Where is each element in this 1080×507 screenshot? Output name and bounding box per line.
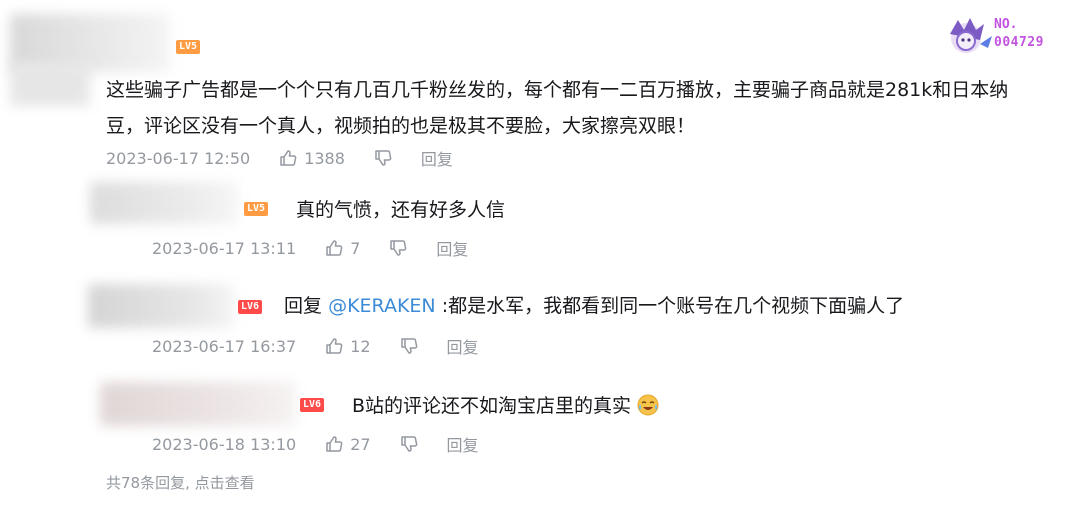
reply-avatar-blurred: [100, 382, 296, 426]
comment-time: 2023-06-17 12:50: [106, 148, 251, 168]
thumbs-down-icon: [400, 436, 417, 452]
comment-meta: 2023-06-17 12:50 1388 回复: [106, 146, 453, 170]
like-button[interactable]: 27: [324, 434, 371, 454]
reply-body: B站的评论还不如淘宝店里的真实: [352, 395, 632, 417]
thumbs-down-icon: [390, 240, 407, 256]
thumbs-up-icon: [326, 240, 343, 256]
thumbs-up-icon: [280, 150, 297, 166]
user-level-badge: LV5: [244, 202, 269, 216]
user-level-badge: LV5: [176, 40, 201, 54]
view-more-replies-link[interactable]: 共78条回复, 点击查看: [106, 472, 255, 493]
thumbs-down-icon: [375, 150, 392, 166]
like-count: 27: [350, 434, 371, 454]
reply-time: 2023-06-18 13:10: [152, 434, 297, 454]
comment-text-line-1: 这些骗子广告都是一个个只有几百几千粉丝发的，每个都有一二百万播放，主要骗子商品就…: [106, 79, 1009, 101]
reply-button[interactable]: 回复: [436, 236, 468, 260]
mention-link[interactable]: @KERAKEN: [328, 295, 436, 317]
like-count: 12: [350, 336, 371, 356]
reply-button[interactable]: 回复: [421, 146, 453, 170]
reply-meta: 2023-06-18 13:10 27 回复: [152, 432, 479, 456]
thumbs-down-icon: [400, 338, 417, 354]
user-level-badge: LV6: [238, 300, 263, 314]
user-level-badge: LV6: [300, 398, 325, 412]
dislike-button[interactable]: [373, 148, 393, 168]
reply-meta: 2023-06-17 13:11 7 回复: [152, 236, 468, 260]
reply-body: :都是水军，我都看到同一个账号在几个视频下面骗人了: [441, 295, 905, 317]
thumbs-up-icon: [326, 338, 343, 354]
dislike-button[interactable]: [388, 238, 408, 258]
reply-text: 真的气愤，还有好多人信: [296, 199, 506, 221]
like-button[interactable]: 12: [324, 336, 371, 356]
reply-time: 2023-06-17 13:11: [152, 238, 297, 258]
like-count: 7: [350, 238, 361, 258]
reply-time: 2023-06-17 16:37: [152, 336, 297, 356]
reply-prefix: 回复: [284, 295, 323, 317]
fan-badge-label: NO.: [994, 17, 1018, 32]
avatar-blurred: [10, 62, 90, 106]
like-button[interactable]: 7: [324, 238, 360, 258]
dislike-button[interactable]: [399, 336, 419, 356]
reply-avatar-blurred: [88, 284, 234, 328]
like-count: 1388: [304, 148, 345, 168]
reply-button[interactable]: 回复: [447, 432, 479, 456]
reply-text: B站的评论还不如淘宝店里的真实: [352, 392, 659, 420]
comment-text-line-2: 豆，评论区没有一个真人，视频拍的也是极其不要脸，大家擦亮双眼！: [106, 115, 696, 137]
reply-avatar-blurred: [90, 182, 238, 224]
like-button[interactable]: 1388: [278, 148, 345, 168]
reply-button[interactable]: 回复: [447, 334, 479, 358]
laugh-cry-emoji-icon: [637, 394, 659, 416]
reply-text: 回复 @KERAKEN :都是水军，我都看到同一个账号在几个视频下面骗人了: [284, 292, 904, 320]
fan-badge-number: 004729: [994, 35, 1044, 50]
dislike-button[interactable]: [399, 434, 419, 454]
thumbs-up-icon: [326, 436, 343, 452]
reply-meta: 2023-06-17 16:37 12 回复: [152, 334, 479, 358]
